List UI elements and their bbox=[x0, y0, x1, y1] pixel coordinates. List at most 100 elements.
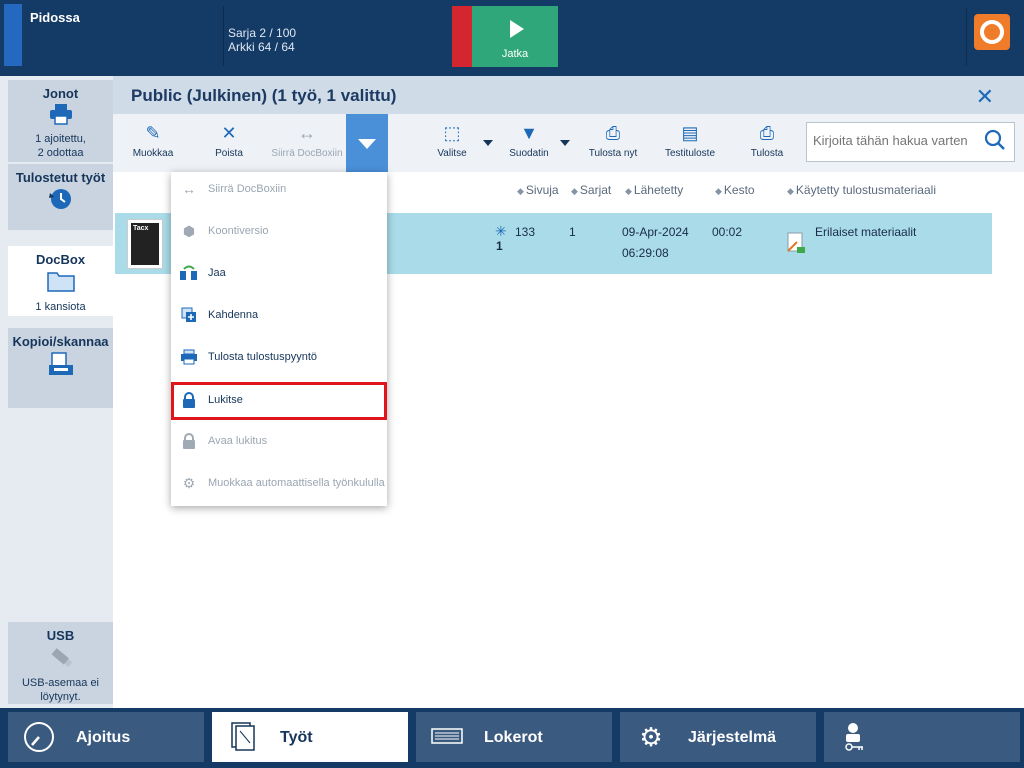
menu-item-duplicate[interactable]: Kahdenna bbox=[171, 298, 387, 334]
docbox-folders: 1 kansiota bbox=[35, 301, 86, 313]
tab-label: Työt bbox=[280, 729, 313, 746]
proof-icon: ▤ bbox=[681, 123, 699, 143]
print-now-button[interactable]: ⎙ Tulosta nyt bbox=[583, 114, 643, 172]
menu-item-label: Tulosta tulostuspyyntö bbox=[208, 351, 318, 363]
move-to-docbox-button[interactable]: ↔ Siirrä DocBoxiin bbox=[267, 114, 347, 172]
col-submitted[interactable]: ◆ Lähetetty bbox=[625, 183, 683, 197]
select-icon: ⬚ bbox=[443, 123, 461, 143]
print-label: Tulosta bbox=[750, 148, 784, 159]
print-progress: Sarja 2 / 100 Arkki 64 / 64 bbox=[228, 26, 296, 54]
search-box[interactable] bbox=[806, 122, 1015, 162]
app-logo-icon[interactable] bbox=[974, 14, 1010, 50]
settings-icon: ⚙ bbox=[639, 722, 663, 752]
menu-item-print-request[interactable]: Tulosta tulostuspyyntö bbox=[171, 340, 387, 376]
more-actions-button[interactable] bbox=[346, 114, 388, 172]
duplicate-icon bbox=[179, 307, 199, 325]
user-key-icon bbox=[838, 721, 872, 755]
col-sets-label: Sarjat bbox=[579, 183, 612, 197]
menu-item-auto-workflow[interactable]: ⚙ Muokkaa automaattisella työnkululla bbox=[171, 466, 387, 502]
menu-item-share[interactable]: Jaa bbox=[171, 256, 387, 292]
sidebar: Jonot 1 ajoitettu, 2 odottaa Tulostetut … bbox=[0, 76, 113, 708]
select-label: Valitse bbox=[437, 148, 467, 159]
clock-icon bbox=[22, 721, 56, 755]
cube-icon: ⬢ bbox=[182, 223, 196, 239]
stop-indicator bbox=[452, 6, 472, 67]
menu-item-label: Jaa bbox=[208, 267, 226, 279]
col-duration[interactable]: ◆ Kesto bbox=[715, 183, 755, 197]
thumbnail-text: Tacx bbox=[133, 225, 149, 232]
sort-icon: ◆ bbox=[517, 186, 524, 196]
proof-label: Testituloste bbox=[664, 148, 716, 159]
share-icon bbox=[179, 265, 199, 283]
select-button[interactable]: ⬚ Valitse bbox=[431, 114, 473, 172]
sidebar-item-usb[interactable]: USB USB-asemaa ei löytynyt. bbox=[8, 622, 113, 704]
job-media: Erilaiset materiaalit bbox=[815, 225, 917, 239]
lock-highlight bbox=[171, 382, 387, 420]
printer-icon bbox=[8, 103, 113, 130]
search-icon[interactable] bbox=[984, 129, 1006, 151]
menu-item-proof-version[interactable]: ⬢ Koontiversio bbox=[171, 214, 387, 250]
menu-item-move-to-docbox[interactable]: ↔ Siirrä DocBoxiin bbox=[171, 172, 387, 208]
job-thumbnail: Tacx bbox=[127, 219, 163, 269]
delete-button[interactable]: ✕ Poista bbox=[209, 114, 249, 172]
filter-button[interactable]: ▼ Suodatin bbox=[505, 114, 553, 172]
divider bbox=[966, 8, 967, 66]
sidebar-item-label: USB bbox=[46, 628, 75, 643]
trays-icon bbox=[430, 721, 464, 755]
thumbnail-image: Tacx bbox=[131, 223, 159, 265]
col-sets[interactable]: ◆ Sarjat bbox=[571, 183, 611, 197]
sidebar-item-kopioi[interactable]: Kopioi/skannaa bbox=[8, 328, 113, 408]
tab-tyot[interactable]: Työt bbox=[212, 712, 408, 762]
page-title: Public (Julkinen) (1 työ, 1 valittu) bbox=[131, 86, 397, 105]
unlock-icon bbox=[179, 433, 199, 451]
tab-lokerot[interactable]: Lokerot bbox=[416, 712, 612, 762]
job-pages: 133 bbox=[515, 225, 536, 239]
col-media[interactable]: ◆ Käytetty tulostusmateriaali bbox=[787, 183, 936, 197]
set-progress: Sarja 2 / 100 bbox=[228, 26, 297, 40]
more-actions-menu: ↔ Siirrä DocBoxiin ⬢ Koontiversio Jaa Ka… bbox=[171, 172, 387, 506]
logo-ring bbox=[980, 20, 1004, 44]
printer-state: Pidossa bbox=[30, 10, 80, 25]
menu-item-unlock[interactable]: Avaa lukitus bbox=[171, 424, 387, 460]
sidebar-item-jonot[interactable]: Jonot 1 ajoitettu, 2 odottaa bbox=[8, 80, 113, 162]
status-icon: ✳ bbox=[495, 223, 507, 239]
continue-button[interactable]: Jatka bbox=[472, 6, 558, 67]
job-sets: 1 bbox=[569, 225, 576, 239]
usb-status-2: löytynyt. bbox=[40, 691, 81, 703]
edit-button[interactable]: ✎ Muokkaa bbox=[127, 114, 179, 172]
delete-label: Poista bbox=[215, 148, 243, 159]
proof-print-button[interactable]: ▤ Testituloste bbox=[659, 114, 721, 172]
menu-item-label: Muokkaa automaattisella työnkululla bbox=[208, 477, 385, 489]
filter-icon: ▼ bbox=[520, 123, 538, 143]
print-now-label: Tulosta nyt bbox=[588, 148, 638, 159]
close-icon[interactable]: ✕ bbox=[976, 84, 994, 110]
print-button[interactable]: ⎙ Tulosta bbox=[745, 114, 789, 172]
move-icon: ↔ bbox=[298, 123, 316, 143]
sidebar-item-tulostetut[interactable]: Tulostetut työt bbox=[8, 164, 113, 230]
col-pages[interactable]: ◆ Sivuja bbox=[517, 183, 559, 197]
sort-icon: ◆ bbox=[625, 186, 632, 196]
sort-icon: ◆ bbox=[715, 186, 722, 196]
sidebar-item-label: Jonot bbox=[42, 86, 79, 101]
gear-icon: ⚙ bbox=[182, 475, 196, 491]
job-duration: 00:02 bbox=[712, 225, 743, 239]
status-bar: Pidossa Sarja 2 / 100 Arkki 64 / 64 Jatk… bbox=[0, 0, 1024, 76]
select-dropdown-icon[interactable] bbox=[483, 140, 493, 146]
filter-dropdown-icon[interactable] bbox=[560, 140, 570, 146]
usb-icon bbox=[8, 645, 113, 674]
tab-user[interactable] bbox=[824, 712, 1020, 762]
sidebar-item-label: DocBox bbox=[35, 252, 86, 267]
tab-label: Järjestelmä bbox=[688, 729, 777, 746]
col-submitted-label: Lähetetty bbox=[633, 183, 684, 197]
tab-jarjestelma[interactable]: ⚙ Järjestelmä bbox=[620, 712, 816, 762]
print-request-icon bbox=[179, 349, 199, 367]
copy-scan-icon bbox=[8, 351, 113, 384]
printer-icon: ⎙ bbox=[759, 123, 775, 143]
toolbar: ✎ Muokkaa ✕ Poista ↔ Siirrä DocBoxiin ⬚ … bbox=[113, 114, 1024, 172]
search-input[interactable] bbox=[813, 133, 973, 148]
edit-label: Muokkaa bbox=[132, 148, 174, 159]
sidebar-item-docbox[interactable]: DocBox 1 kansiota bbox=[8, 246, 113, 316]
tab-ajoitus[interactable]: Ajoitus bbox=[8, 712, 204, 762]
chevron-down-icon bbox=[358, 139, 376, 149]
move-label: Siirrä DocBoxiin bbox=[271, 148, 343, 159]
